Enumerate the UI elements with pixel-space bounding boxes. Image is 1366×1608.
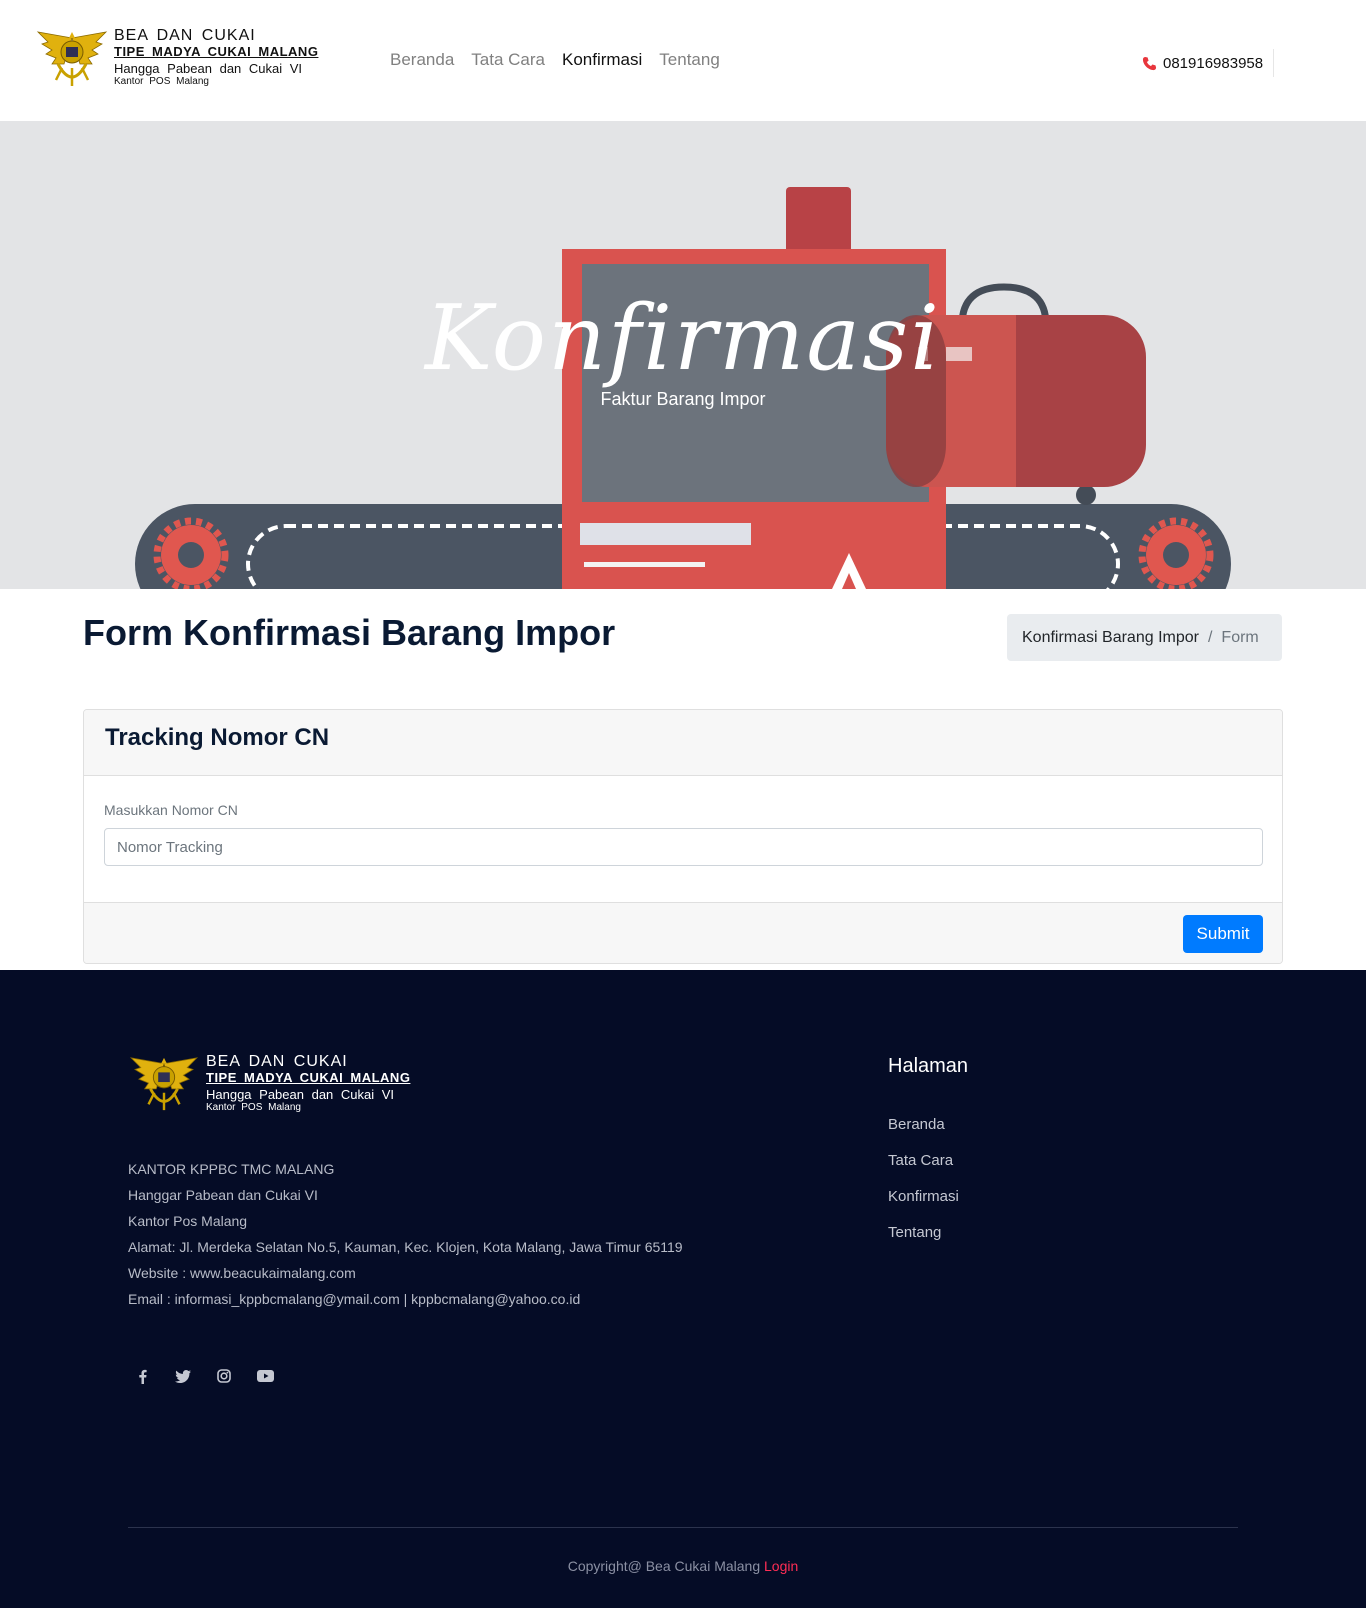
footer-pages-title: Halaman <box>888 1055 969 1077</box>
phone-number: 081916983958 <box>1163 54 1264 72</box>
address-line: Kantor Pos Malang <box>128 1213 248 1229</box>
footer-link-tata-cara[interactable]: Tata Cara <box>888 1151 959 1187</box>
card-title: Tracking Nomor CN <box>105 724 330 751</box>
cn-label: Masukkan Nomor CN <box>104 802 238 818</box>
footer-brand-line4: Kantor POS Malang <box>206 1102 301 1113</box>
address-line: KANTOR KPPBC TMC MALANG <box>128 1161 335 1177</box>
footer-link-beranda[interactable]: Beranda <box>888 1115 959 1151</box>
hero-banner: Konfirmasi Faktur Barang Impor <box>0 121 1366 589</box>
breadcrumb-separator: / <box>1207 628 1213 646</box>
nav-tentang[interactable]: Tentang <box>659 50 720 70</box>
hero-title: Konfirmasi <box>424 286 942 391</box>
brand-line4: Kantor POS Malang <box>114 76 209 87</box>
nav-beranda[interactable]: Beranda <box>390 50 454 70</box>
site-footer: BEA DAN CUKAI TIPE MADYA CUKAI MALANG Ha… <box>0 970 1366 1608</box>
site-header: BEA DAN CUKAI TIPE MADYA CUKAI MALANG Ha… <box>0 0 1366 121</box>
footer-link-tentang[interactable]: Tentang <box>888 1223 959 1259</box>
tracking-input-placeholder: Nomor Tracking <box>117 838 223 856</box>
nav-konfirmasi[interactable]: Konfirmasi <box>562 50 642 70</box>
brand-line1: BEA DAN CUKAI <box>114 27 256 44</box>
breadcrumb-item-konfirmasi[interactable]: Konfirmasi Barang Impor <box>1022 629 1199 647</box>
footer-divider <box>128 1527 1238 1528</box>
breadcrumb-item-form: Form <box>1221 628 1259 646</box>
card-body: Masukkan Nomor CN Nomor Tracking <box>84 776 1282 902</box>
twitter-icon[interactable] <box>173 1366 193 1386</box>
card-header: Tracking Nomor CN <box>84 710 1282 776</box>
brand-line3: Hangga Pabean dan Cukai VI <box>114 61 303 76</box>
email-line: Email : informasi_kppbcmalang@ymail.com … <box>128 1291 581 1307</box>
breadcrumb: Konfirmasi Barang Impor / Form <box>1007 614 1282 661</box>
phone-icon <box>1142 56 1157 70</box>
footer-brand-line2: TIPE MADYA CUKAI MALANG <box>206 1070 411 1085</box>
customs-emblem-icon <box>129 1057 199 1111</box>
tracking-number-input[interactable]: Nomor Tracking <box>104 828 1263 866</box>
nav-tata-cara[interactable]: Tata Cara <box>471 50 545 70</box>
address-line: Hanggar Pabean dan Cukai VI <box>128 1187 318 1203</box>
website-line: Website : www.beacukaimalang.com <box>128 1265 356 1281</box>
login-link[interactable]: Login <box>764 1558 798 1574</box>
copyright: Copyright@ Bea Cukai Malang Login <box>0 1558 1366 1574</box>
customs-emblem-icon <box>36 31 108 86</box>
main-nav: Beranda Tata Cara Konfirmasi Tentang <box>390 50 737 70</box>
submit-button[interactable]: Submit <box>1183 915 1263 953</box>
tracking-card: Tracking Nomor CN Masukkan Nomor CN Nomo… <box>83 709 1283 964</box>
address-line: Alamat: Jl. Merdeka Selatan No.5, Kauman… <box>128 1239 683 1255</box>
social-links <box>132 1366 275 1386</box>
footer-link-konfirmasi[interactable]: Konfirmasi <box>888 1187 959 1223</box>
brand-line2: TIPE MADYA CUKAI MALANG <box>114 44 319 59</box>
footer-brand-line3: Hangga Pabean dan Cukai VI <box>206 1087 395 1102</box>
office-address: KANTOR KPPBC TMC MALANG Hanggar Pabean d… <box>128 1156 683 1312</box>
page-title: Form Konfirmasi Barang Impor <box>83 612 616 653</box>
card-footer: Submit <box>84 902 1282 963</box>
facebook-icon[interactable] <box>132 1366 152 1386</box>
hero-subtitle: Faktur Barang Impor <box>600 389 766 409</box>
youtube-icon[interactable] <box>255 1366 275 1386</box>
footer-nav: Beranda Tata Cara Konfirmasi Tentang <box>888 1115 959 1259</box>
footer-brand-line1: BEA DAN CUKAI <box>206 1053 348 1070</box>
copyright-text: Copyright@ Bea Cukai Malang <box>567 1558 761 1574</box>
phone-contact[interactable]: 081916983958 <box>1142 49 1275 77</box>
instagram-icon[interactable] <box>214 1366 234 1386</box>
footer-logo[interactable]: BEA DAN CUKAI TIPE MADYA CUKAI MALANG Ha… <box>127 1054 410 1114</box>
brand-logo[interactable]: BEA DAN CUKAI TIPE MADYA CUKAI MALANG Ha… <box>34 28 318 90</box>
